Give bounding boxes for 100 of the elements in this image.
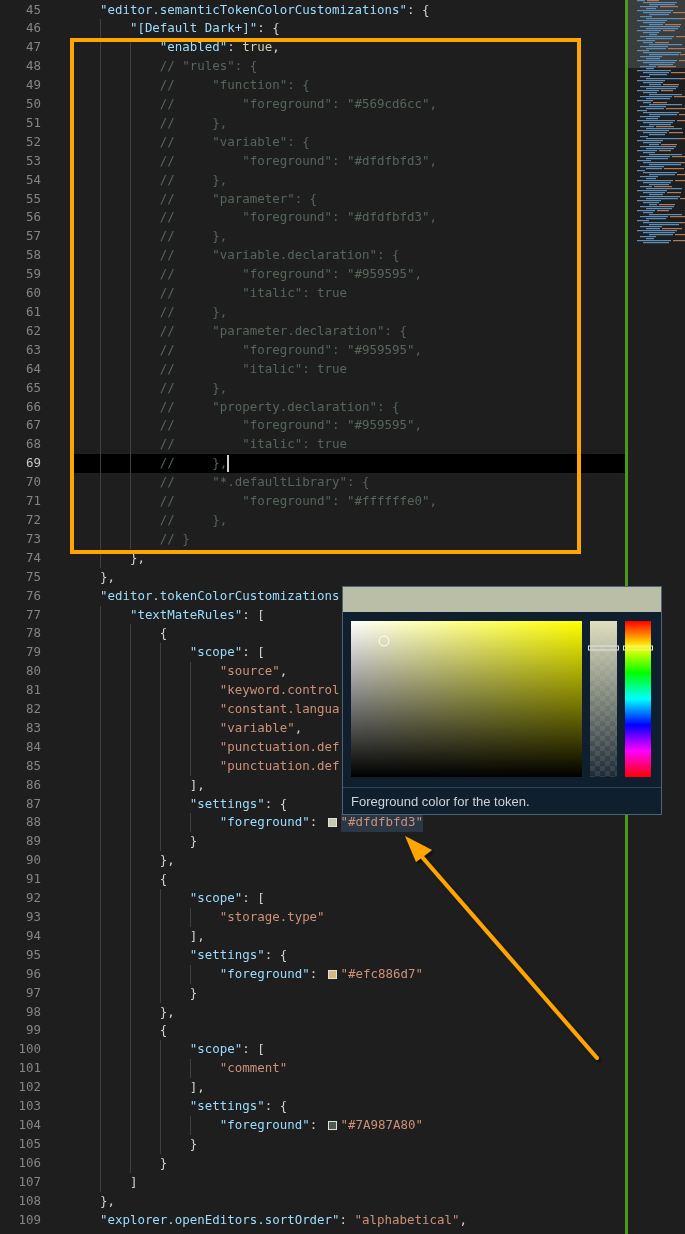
line-number: 72 [26,510,41,529]
line-number: 65 [26,378,41,397]
line-number: 56 [26,208,41,227]
code-text: ], [189,1078,205,1097]
code-text: "scope": [ [189,1040,265,1059]
line-number: 51 [26,113,41,132]
code-text: "scope": [ [189,643,265,662]
line-number: 70 [26,473,41,492]
code-text: // "foreground": "#569cd6cc", [159,95,437,114]
code-text: "scope": [ [189,889,265,908]
line-number: 50 [26,95,41,114]
code-text: // } [159,529,190,548]
hover-description: Foreground color for the token. [351,793,530,809]
line-number: 106 [18,1153,41,1172]
code-text: // }, [159,454,228,473]
color-preview[interactable] [343,587,661,612]
code-text: // "foreground": "#959595", [159,340,422,359]
line-number: 78 [26,624,41,643]
color-swatch[interactable] [327,818,337,828]
line-number: 83 [26,718,41,737]
line-number: 98 [26,1002,41,1021]
code-text: // "rules": { [159,57,258,76]
line-number: 66 [26,397,41,416]
line-number: 108 [18,1191,41,1210]
line-number: 91 [26,870,41,889]
line-number: 73 [26,529,41,548]
code-text: // "foreground": "#ffffffe0", [159,492,437,511]
line-number: 63 [26,340,41,359]
color-swatch[interactable] [327,969,337,979]
line-number: 101 [18,1059,41,1078]
code-text: { [159,870,168,889]
code-text: // "function": { [159,76,310,95]
line-number: 109 [18,1210,41,1229]
code-text: "enabled": true, [159,38,280,57]
line-number: 97 [26,983,41,1002]
hue-slider[interactable] [625,621,651,777]
color-swatch[interactable] [327,1120,337,1130]
code-text: "source", [219,662,288,681]
line-number: 48 [26,57,41,76]
code-text: } [159,1153,168,1172]
line-number: 87 [26,794,41,813]
line-number: 54 [26,170,41,189]
code-text: "foreground": [219,964,319,983]
opacity-slider[interactable] [590,621,617,777]
code-text: // "foreground": "#959595", [159,416,422,435]
code-text: "[Default Dark+]": { [129,19,280,38]
line-number: 90 [26,851,41,870]
code-text: } [189,832,198,851]
code-text: }, [99,1191,115,1210]
line-number: 76 [26,586,41,605]
code-text: ], [189,775,205,794]
line-number: 105 [18,1134,41,1153]
saturation-box[interactable] [351,621,582,777]
line-number: 104 [18,1115,41,1134]
line-number: 99 [26,1021,41,1040]
code-text: }, [159,1002,175,1021]
code-text: }, [99,567,115,586]
line-number: 61 [26,303,41,321]
code-text: // "italic": true [159,284,348,303]
color-value: "#7A987A80" [340,1115,423,1134]
code-text: // }, [159,170,228,189]
color-value: "#dfdfbfd3" [340,813,423,833]
line-number: 103 [18,1097,41,1116]
line-number: 75 [26,567,41,586]
line-number: 67 [26,416,41,435]
line-number: 74 [26,548,41,567]
code-text: // "parameter": { [159,189,318,208]
line-number: 100 [18,1040,41,1059]
code-text: "settings": { [189,1097,288,1116]
code-text: "punctuation.def [219,756,340,775]
line-number: 82 [26,700,41,719]
code-text: ], [189,926,205,945]
code-text: { [159,1021,168,1040]
code-text: "editor.tokenColorCustomizations [99,586,340,605]
line-number: 89 [26,832,41,851]
line-number: 80 [26,662,41,681]
line-number: 92 [26,889,41,908]
line-number: 58 [26,246,41,265]
code-text: "keyword.control [219,681,340,700]
code-text: // }, [159,378,228,397]
code-text: // "*.defaultLibrary": { [159,473,370,492]
line-number: 53 [26,151,41,170]
code-text: } [189,983,198,1002]
line-number: 102 [18,1078,41,1097]
line-number: 85 [26,756,41,775]
line-number: 64 [26,359,41,378]
line-number: 81 [26,681,41,700]
code-text: // "variable.declaration": { [159,246,400,265]
code-text: // }, [159,303,228,321]
code-text: } [189,1134,198,1153]
code-text: "foreground": [219,1115,319,1134]
code-text: "foreground": [219,813,319,832]
code-text: // "italic": true [159,359,348,378]
line-number: 45 [26,0,41,19]
code-text: // "foreground": "#dfdfbfd3", [159,151,437,170]
code-text: "constant.langua [219,700,340,719]
line-number: 88 [26,813,41,832]
line-number: 52 [26,132,41,151]
code-text: ] [129,1172,138,1191]
line-number: 47 [26,38,41,57]
